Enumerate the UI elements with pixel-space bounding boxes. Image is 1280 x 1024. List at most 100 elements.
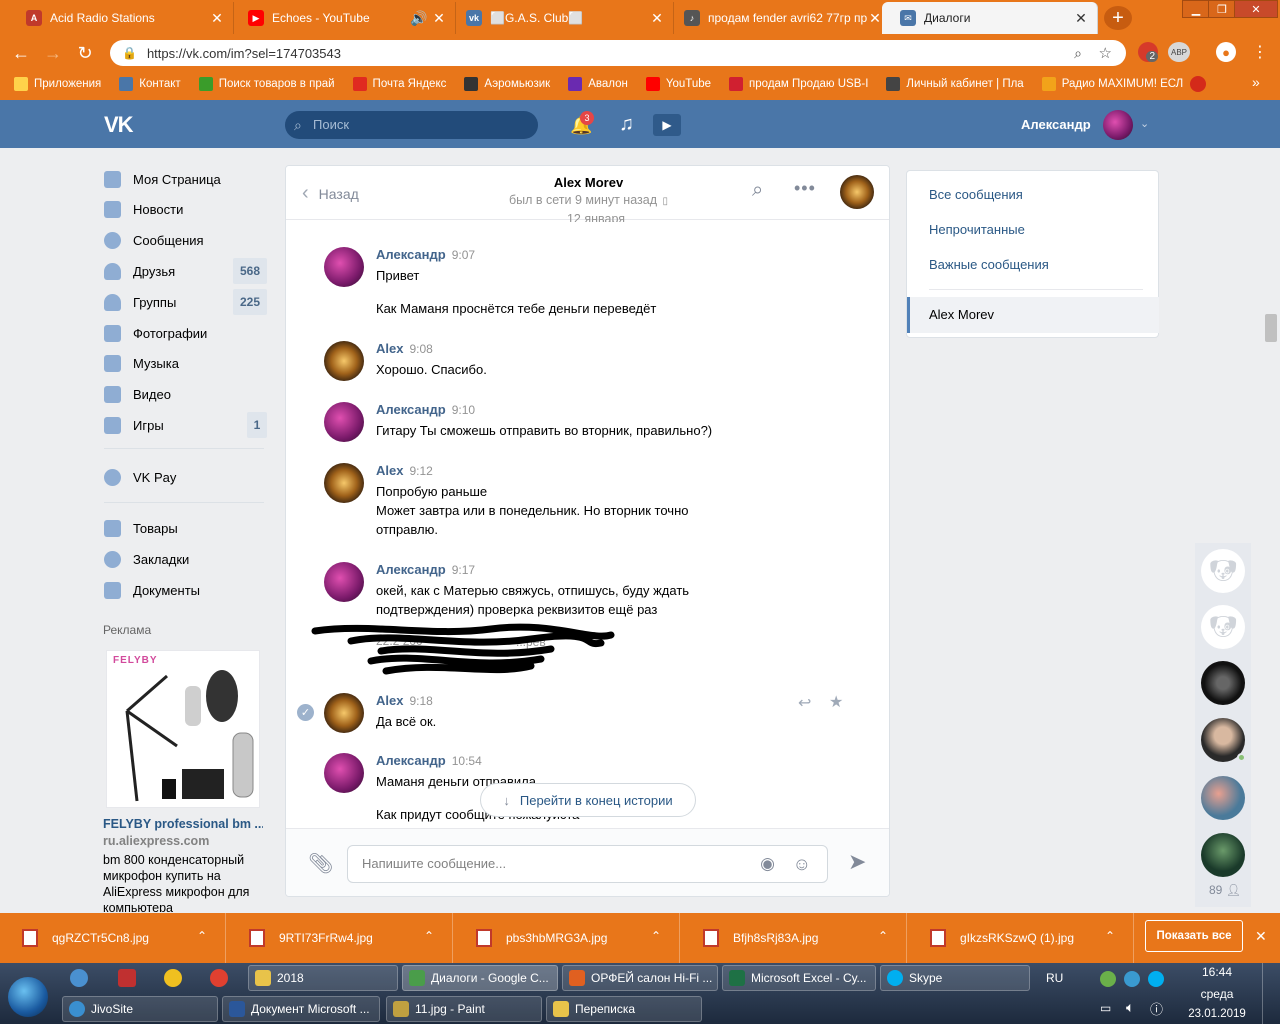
taskbar-item[interactable]: Диалоги - Google C... <box>402 965 558 991</box>
close-downloads-icon[interactable]: ✕ <box>1255 928 1267 945</box>
message-time[interactable]: 9:17 <box>452 563 475 577</box>
menu-groups[interactable]: Группы 225 <box>104 289 267 315</box>
taskbar-item[interactable]: Документ Microsoft ... <box>222 996 380 1022</box>
selected-check-icon[interactable]: ✓ <box>297 704 314 721</box>
author-avatar[interactable] <box>324 693 364 733</box>
important-star-icon[interactable]: ★ <box>829 692 843 712</box>
vk-search-input[interactable]: ⌕ Поиск <box>285 111 538 139</box>
message-author[interactable]: Александр 10:54 <box>376 753 482 768</box>
emoji-smile-icon[interactable]: ☺ <box>793 846 811 882</box>
reload-icon[interactable]: ↻ <box>74 42 96 64</box>
taskbar-item[interactable]: Skype <box>880 965 1030 991</box>
bookmark-usb[interactable]: продам Продаю USB-I <box>729 77 868 91</box>
author-avatar[interactable] <box>324 463 364 503</box>
bookmark-search-goods[interactable]: Поиск товаров в прай <box>198 77 335 91</box>
friend-avatar[interactable] <box>1201 776 1245 820</box>
filter-unread[interactable]: Непрочитанные <box>929 222 1025 237</box>
menu-news[interactable]: Новости <box>104 196 267 222</box>
header-avatar[interactable] <box>1103 110 1133 140</box>
browser-tab-gas-club[interactable]: vk ⬜G.A.S. Club⬜ ✕ <box>448 2 674 34</box>
friend-avatar[interactable] <box>1201 833 1245 877</box>
message-time[interactable]: 10:54 <box>452 754 482 768</box>
close-window-button[interactable]: ✕ <box>1234 0 1278 18</box>
bookmark-radio-maximum[interactable]: Радио MAXIMUM! ЕСЛ <box>1041 77 1183 91</box>
sidebar-count[interactable]: 89 👤︎ <box>1209 883 1241 897</box>
message-author[interactable]: Alex 9:12 <box>376 463 433 478</box>
author-name[interactable]: Alex <box>376 341 403 356</box>
close-tab-icon[interactable]: ✕ <box>867 10 883 27</box>
more-options-icon[interactable]: ••• <box>794 178 816 199</box>
bookmark-kontakt[interactable]: Контакт <box>119 77 181 91</box>
author-avatar[interactable] <box>324 562 364 602</box>
menu-games[interactable]: Игры 1 <box>104 412 267 438</box>
browser-tab-youtube[interactable]: ▶ Echoes - YouTube 🔊 ✕ <box>230 2 456 34</box>
chevron-up-icon[interactable]: ⌃ <box>1105 929 1115 943</box>
download-item[interactable]: Bfjh8sRj83A.jpg ⌃ <box>681 913 907 963</box>
address-bar[interactable]: 🔒 https://vk.com/im?sel=174703543 ⌕ ☆ <box>110 40 1126 66</box>
contact-name[interactable]: Alex Morev <box>486 175 691 190</box>
dog-placeholder-avatar[interactable]: 🐶︎ <box>1201 605 1245 649</box>
menu-kebab-icon[interactable]: ⋮ <box>1252 42 1268 62</box>
filter-all-messages[interactable]: Все сообщения <box>929 187 1023 202</box>
search-icon[interactable]: ⌕ <box>752 179 763 202</box>
audio-playing-icon[interactable]: 🔊 <box>407 10 431 27</box>
menu-music[interactable]: Музыка <box>104 350 267 376</box>
menu-video[interactable]: Видео <box>104 381 267 407</box>
chevron-up-icon[interactable]: ⌃ <box>878 929 888 943</box>
ad-domain[interactable]: ru.aliexpress.com <box>103 834 209 848</box>
author-name[interactable]: Alex <box>376 693 403 708</box>
contact-avatar[interactable] <box>840 175 874 209</box>
author-avatar[interactable] <box>324 402 364 442</box>
menu-documents[interactable]: Документы <box>104 577 267 603</box>
quicklaunch-icon[interactable] <box>118 969 136 987</box>
new-tab-button[interactable]: + <box>1104 6 1132 30</box>
author-name[interactable]: Alex <box>376 463 403 478</box>
browser-tab-fender[interactable]: ♪ продам fender avri62 77гр пр... ✕ <box>666 2 892 34</box>
close-tab-icon[interactable]: ✕ <box>209 10 225 27</box>
chevron-up-icon[interactable]: ⌃ <box>197 929 207 943</box>
filter-important[interactable]: Важные сообщения <box>929 257 1049 272</box>
chevron-down-icon[interactable]: ⌄ <box>1140 117 1149 130</box>
download-item[interactable]: 9RTI73FrRw4.jpg ⌃ <box>227 913 453 963</box>
profile-icon[interactable]: ● <box>1216 42 1236 62</box>
menu-friends[interactable]: Друзья 568 <box>104 258 267 284</box>
extension-opera-icon[interactable]: 2 <box>1138 42 1158 62</box>
restore-window-button[interactable]: ❐ <box>1208 0 1236 18</box>
more-bookmarks-icon[interactable]: » <box>1252 74 1260 90</box>
minimize-window-button[interactable]: ▁ <box>1182 0 1210 18</box>
taskbar-item[interactable]: JivoSite <box>62 996 218 1022</box>
play-video-icon[interactable]: ▶ <box>653 114 681 136</box>
show-desktop-button[interactable] <box>1262 963 1280 1024</box>
camera-photo-avatar[interactable] <box>1201 661 1245 705</box>
browser-tab-dialogs[interactable]: ✉ Диалоги ✕ <box>882 2 1098 34</box>
close-tab-icon[interactable]: ✕ <box>1073 10 1089 27</box>
menu-market[interactable]: Товары <box>104 515 267 541</box>
reply-icon[interactable]: ↩ <box>798 693 811 713</box>
show-all-downloads-button[interactable]: Показать все <box>1145 920 1243 952</box>
quicklaunch-icon[interactable] <box>70 969 88 987</box>
taskbar-item[interactable]: Microsoft Excel - Су... <box>722 965 876 991</box>
quicklaunch-icon[interactable] <box>164 969 182 987</box>
bookmark-star-icon[interactable]: ☆ <box>1099 44 1112 62</box>
message-time[interactable]: 9:18 <box>409 694 432 708</box>
author-avatar[interactable] <box>324 247 364 287</box>
author-avatar[interactable] <box>324 341 364 381</box>
author-name[interactable]: Александр <box>376 402 446 417</box>
message-input[interactable]: Напишите сообщение... ◉ ☺ <box>347 845 828 883</box>
menu-messages[interactable]: Сообщения <box>104 227 267 253</box>
goto-end-button[interactable]: ↓ Перейти в конец истории <box>480 783 696 817</box>
message-time[interactable]: 9:08 <box>409 342 432 356</box>
download-item[interactable]: qgRZCTr5Cn8.jpg ⌃ <box>0 913 226 963</box>
menu-vk-pay[interactable]: VK Pay <box>104 464 267 490</box>
message-author[interactable]: Александр 9:07 <box>376 247 475 262</box>
author-avatar[interactable] <box>324 753 364 793</box>
taskbar-item[interactable]: Переписка <box>546 996 702 1022</box>
taskbar-item[interactable]: 2018 <box>248 965 398 991</box>
back-button[interactable]: ‹ Назад <box>302 182 359 205</box>
attach-paperclip-icon[interactable]: 📎︎ <box>308 851 333 876</box>
skype-tray-icon[interactable] <box>1148 971 1164 987</box>
zoom-icon[interactable]: ⌕ <box>1074 45 1082 62</box>
dog-placeholder-avatar[interactable]: 🐶︎ <box>1201 549 1245 593</box>
ad-image[interactable]: FELYBY <box>106 650 260 808</box>
start-button[interactable] <box>8 977 48 1017</box>
